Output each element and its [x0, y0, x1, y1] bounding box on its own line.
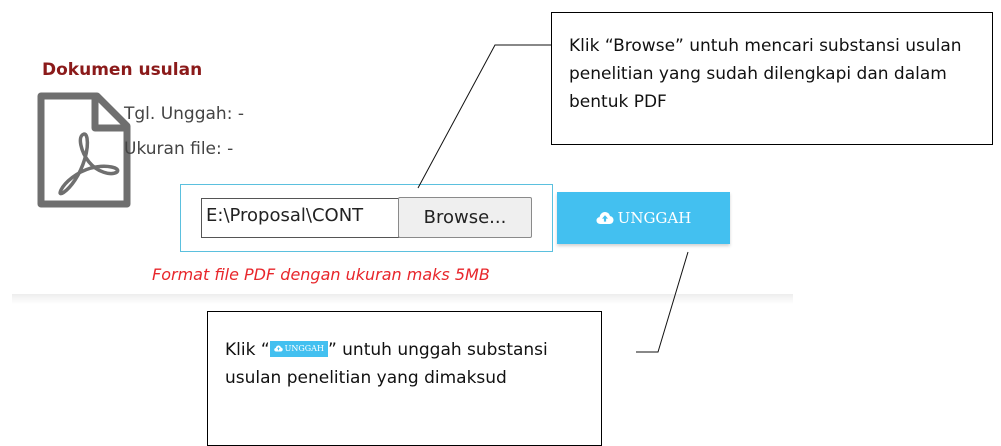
callout-upload-prefix: Klik “: [225, 340, 270, 360]
inline-upload-label: UNGGAH: [284, 343, 324, 353]
callout-browse: Klik “Browse” untuh mencari substansi us…: [551, 12, 993, 145]
browse-leader-line: [417, 44, 551, 189]
section-divider: [12, 294, 793, 304]
browse-button[interactable]: Browse...: [398, 197, 532, 238]
cloud-upload-icon: [273, 345, 283, 352]
upload-button[interactable]: UNGGAH: [557, 192, 730, 244]
upload-button-label: UNGGAH: [617, 209, 692, 227]
file-path-field[interactable]: E:\Proposal\CONT: [201, 198, 399, 238]
callout-upload: Klik “UNGGAH” untuh unggah substansi usu…: [207, 311, 602, 446]
cloud-upload-icon: [596, 212, 614, 224]
pdf-file-icon: [37, 92, 131, 208]
inline-upload-button: UNGGAH: [269, 340, 328, 357]
section-title: Dokumen usulan: [42, 60, 203, 80]
file-size-label: Ukuran file: -: [124, 139, 234, 159]
upload-date-label: Tgl. Unggah: -: [124, 104, 244, 124]
callout-browse-text: Klik “Browse” untuh mencari substansi us…: [569, 36, 962, 112]
format-note: Format file PDF dengan ukuran maks 5MB: [152, 265, 490, 284]
